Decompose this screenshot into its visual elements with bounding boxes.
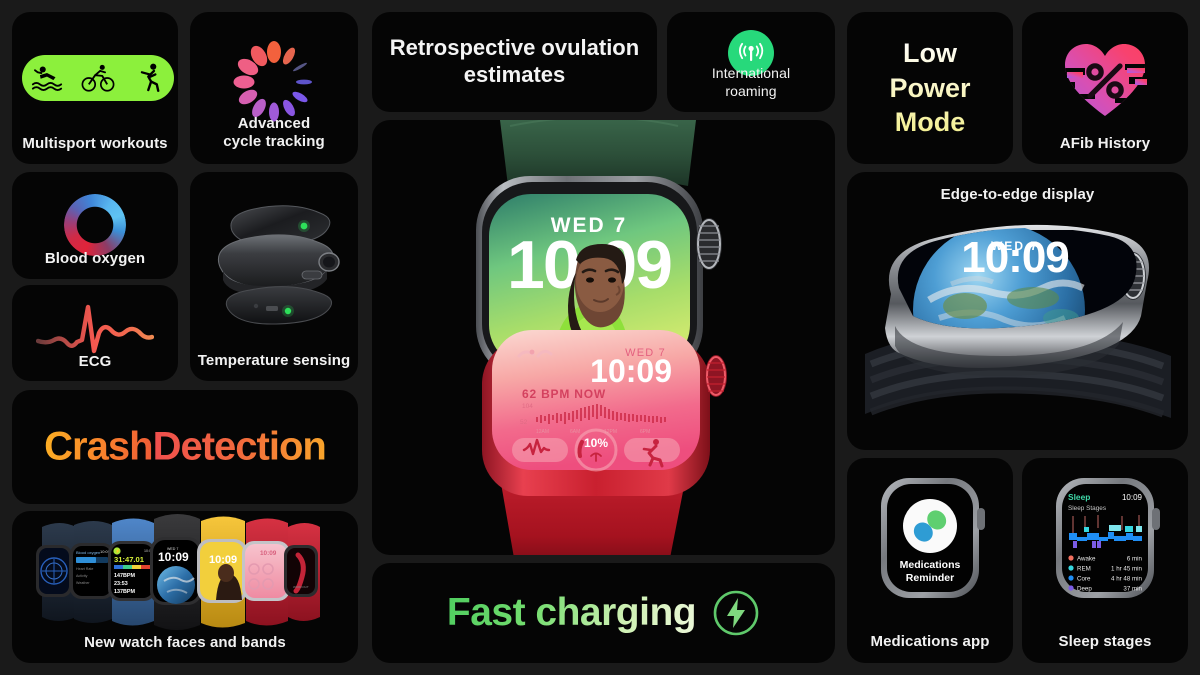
card-low-power-mode[interactable]: Low Power Mode [847, 12, 1013, 164]
ovulation-headline: Retrospective ovulation estimates [372, 35, 657, 89]
swimmer-icon [32, 66, 63, 91]
svg-text:52: 52 [520, 419, 528, 426]
svg-text:10:09: 10:09 [260, 550, 277, 557]
watch-lineup-image: Blood oxygen Heart Rate Activity Weather… [36, 514, 320, 630]
card-label-blood-oxygen: Blood oxygen [44, 250, 146, 267]
charging-bolt-icon [713, 590, 759, 636]
lpm-line3: Mode [894, 107, 966, 138]
svg-text:10:09: 10:09 [961, 233, 1069, 282]
card-label-edge-display: Edge-to-edge display [940, 186, 1095, 203]
card-label-temperature: Temperature sensing [197, 352, 351, 369]
card-label-watch-faces: New watch faces and bands [84, 634, 286, 651]
sleep-screen-subtitle: Sleep Stages [1068, 505, 1106, 512]
svg-text:31:47.01: 31:47.01 [114, 555, 145, 564]
card-blood-oxygen[interactable]: Blood oxygen [12, 172, 178, 279]
card-advanced-cycle-tracking[interactable]: Advanced cycle tracking [190, 12, 358, 164]
ecg-waveform-icon [36, 304, 154, 354]
card-hero-watches[interactable]: WED 7 10:09 [372, 120, 835, 555]
edge-display-watch-image: WED 7 10:09 [865, 224, 1171, 418]
cyclist-icon [81, 64, 115, 92]
sleep-stages-watch-image: Sleep 10:09 Sleep Stages Awake 6 min REM… [1056, 478, 1160, 598]
roaming-label-line1: International [711, 65, 791, 81]
card-label-ecg: ECG [78, 353, 112, 370]
svg-text:10%: 10% [584, 436, 608, 450]
card-label-multisport: Multisport workouts [22, 135, 168, 152]
sleep-screen-title: Sleep [1068, 492, 1090, 502]
fast-charging-label: Fast charging [446, 591, 697, 634]
hero-watch-image: WED 7 10:09 [476, 120, 727, 555]
crash-word-part-b: Detection [152, 424, 327, 469]
fast-charging-row: Fast charging [372, 589, 835, 637]
exploded-watch-sensor-icon [218, 205, 340, 325]
svg-text:37 min: 37 min [1123, 585, 1142, 592]
lpm-line1: Low [903, 38, 957, 69]
svg-text:WORKOUT: WORKOUT [293, 585, 309, 589]
crash-detection-wordmark: CrashDetection [12, 425, 358, 470]
medications-watch-image: Medications Reminder [881, 478, 985, 598]
meds-screen-line2: Reminder [906, 572, 954, 584]
svg-text:6AM: 6AM [570, 429, 580, 435]
svg-text:Blood oxygen: Blood oxygen [76, 550, 100, 555]
svg-text:1 hr 45 min: 1 hr 45 min [1111, 565, 1143, 572]
card-label-roaming: International roaming [667, 65, 835, 100]
card-label-afib: AFib History [1059, 135, 1151, 152]
card-multisport-workouts[interactable]: Multisport workouts [12, 12, 178, 164]
card-ecg[interactable]: ECG [12, 285, 178, 381]
ovulation-line2: estimates [463, 62, 566, 87]
card-fast-charging[interactable]: Fast charging [372, 563, 835, 663]
cycle-label-line1: Advanced [237, 114, 311, 132]
card-edge-to-edge-display[interactable]: Edge-to-edge display WED 7 10:09 [847, 172, 1188, 450]
svg-text:10:09: 10:09 [590, 353, 672, 389]
ovulation-line1: Retrospective ovulation [389, 35, 640, 61]
card-retrospective-ovulation[interactable]: Retrospective ovulation estimates [372, 12, 657, 112]
card-label-cycle: Advanced cycle tracking [190, 115, 358, 153]
card-watch-faces-bands[interactable]: Blood oxygen Heart Rate Activity Weather… [12, 511, 358, 663]
svg-text:104: 104 [522, 403, 533, 410]
low-power-mode-text: Low Power Mode [847, 36, 1013, 140]
svg-text:Core: Core [1077, 575, 1091, 582]
svg-text:4 hr 48 min: 4 hr 48 min [1111, 575, 1143, 582]
afib-percent-heart-icon [1065, 44, 1147, 116]
card-label-medications: Medications app [870, 633, 990, 650]
card-medications-app[interactable]: Medications Reminder Medications app [847, 458, 1013, 663]
svg-text:Heart Rate: Heart Rate [76, 567, 93, 571]
svg-text:137BPM: 137BPM [114, 589, 135, 595]
card-temperature-sensing[interactable]: Temperature sensing [190, 172, 358, 381]
card-label-sleep: Sleep stages [1058, 633, 1152, 650]
svg-text:6PM: 6PM [640, 429, 650, 435]
svg-text:62 BPM NOW: 62 BPM NOW [522, 387, 606, 401]
card-crash-detection[interactable]: CrashDetection [12, 390, 358, 504]
triathlon-pill-icon [22, 55, 174, 101]
cycle-label-line2: cycle tracking [223, 133, 325, 151]
svg-text:12AM: 12AM [536, 429, 549, 435]
svg-text:Awake: Awake [1077, 555, 1096, 562]
svg-text:Deep: Deep [1077, 585, 1092, 592]
svg-text:REM: REM [1077, 565, 1091, 572]
svg-text:10:09: 10:09 [158, 550, 189, 564]
blood-oxygen-ring-icon [64, 194, 126, 256]
sleep-screen-time: 10:09 [1122, 493, 1143, 502]
svg-text:Weather: Weather [76, 581, 90, 585]
lpm-line2: Power [889, 72, 971, 103]
svg-text:10:09: 10:09 [209, 554, 237, 566]
card-sleep-stages[interactable]: Sleep 10:09 Sleep Stages Awake 6 min REM… [1022, 458, 1188, 663]
runner-icon [140, 63, 160, 92]
roaming-label-line2: roaming [725, 82, 777, 99]
svg-text:147BPM: 147BPM [114, 573, 135, 579]
meds-screen-line1: Medications [900, 559, 961, 571]
svg-text:Activity: Activity [76, 574, 88, 578]
card-afib-history[interactable]: AFib History [1022, 12, 1188, 164]
feature-grid: Multisport workouts Blood oxygen ECG Cra… [0, 0, 1200, 675]
crash-word-part-a: Crash [44, 424, 153, 469]
svg-text:23:53: 23:53 [114, 581, 128, 587]
svg-text:6 min: 6 min [1127, 555, 1143, 562]
card-international-roaming[interactable]: International roaming [667, 12, 835, 112]
